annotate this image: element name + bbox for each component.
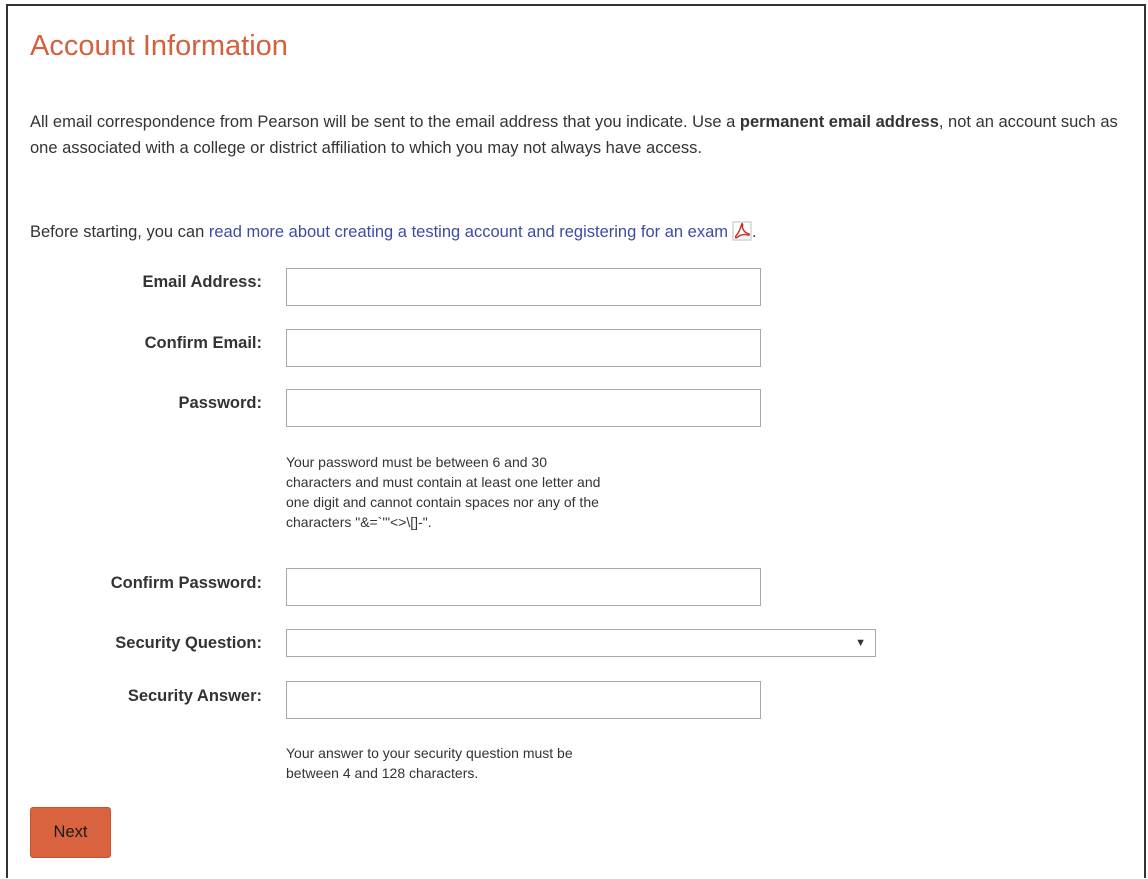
email-address-input[interactable] [286,268,761,306]
intro-text-part1: All email correspondence from Pearson wi… [30,113,740,131]
security-answer-help-text: Your answer to your security question mu… [286,743,573,783]
before-starting-text: Before starting, you can read more about… [30,219,757,245]
answer-help-line: Your answer to your security question mu… [286,745,573,761]
pdf-icon[interactable] [732,221,752,241]
before-starting-end: . [752,223,757,241]
intro-text-bold: permanent email address [739,113,939,131]
read-more-link[interactable]: read more about creating a testing accou… [209,223,728,241]
password-help-line: characters and must contain at least one… [286,474,601,490]
email-address-label: Email Address: [142,273,262,291]
password-help-line: characters "&=`'"<>\[]-". [286,514,432,530]
confirm-email-label: Confirm Email: [144,334,262,352]
password-help-line: Your password must be between 6 and 30 [286,454,547,470]
before-starting-prefix: Before starting, you can [30,223,209,241]
security-question-select[interactable]: ▼ [286,629,876,657]
password-label: Password: [178,394,262,412]
confirm-password-label: Confirm Password: [110,574,262,592]
page-title: Account Information [30,30,288,62]
dropdown-arrow-icon[interactable]: ▼ [855,637,866,649]
answer-help-line: between 4 and 128 characters. [286,765,479,781]
security-question-label: Security Question: [115,634,262,652]
security-answer-label: Security Answer: [127,687,262,705]
confirm-email-input[interactable] [286,329,761,367]
password-input[interactable] [286,389,761,427]
next-button[interactable]: Next [30,807,111,858]
security-answer-input[interactable] [286,681,761,719]
password-help-text: Your password must be between 6 and 30 c… [286,452,600,532]
password-help-line: one digit and cannot contain spaces nor … [286,494,599,510]
confirm-password-input[interactable] [286,568,761,606]
intro-text: All email correspondence from Pearson wi… [30,109,1140,161]
